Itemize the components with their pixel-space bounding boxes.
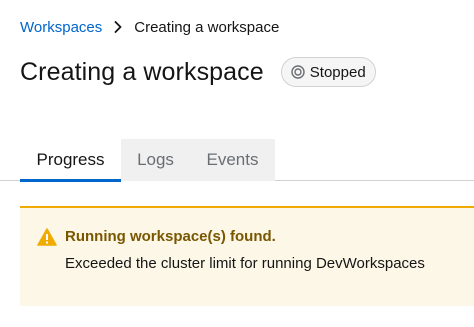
breadcrumb-current: Creating a workspace [134, 18, 280, 36]
status-badge: Stopped [280, 57, 376, 87]
status-label: Stopped [309, 63, 366, 81]
alert-description: Exceeded the cluster limit for running D… [65, 255, 425, 272]
tab-progress[interactable]: Progress [20, 139, 121, 182]
alert-title: Running workspace(s) found. [65, 228, 276, 245]
warning-triangle-icon [37, 228, 57, 246]
tab-events[interactable]: Events [190, 139, 275, 181]
stopped-circle-icon [291, 65, 305, 79]
workspace-tabs: Progress Logs Events [0, 139, 474, 182]
warning-alert: Running workspace(s) found. Exceeded the… [20, 206, 474, 306]
page-title: Creating a workspace [20, 57, 264, 86]
page-header: Creating a workspace Stopped [20, 56, 376, 88]
breadcrumb-link-workspaces[interactable]: Workspaces [20, 19, 102, 36]
chevron-right-icon [102, 17, 134, 37]
tab-logs[interactable]: Logs [121, 139, 190, 181]
breadcrumb: Workspaces Creating a workspace [20, 17, 279, 37]
